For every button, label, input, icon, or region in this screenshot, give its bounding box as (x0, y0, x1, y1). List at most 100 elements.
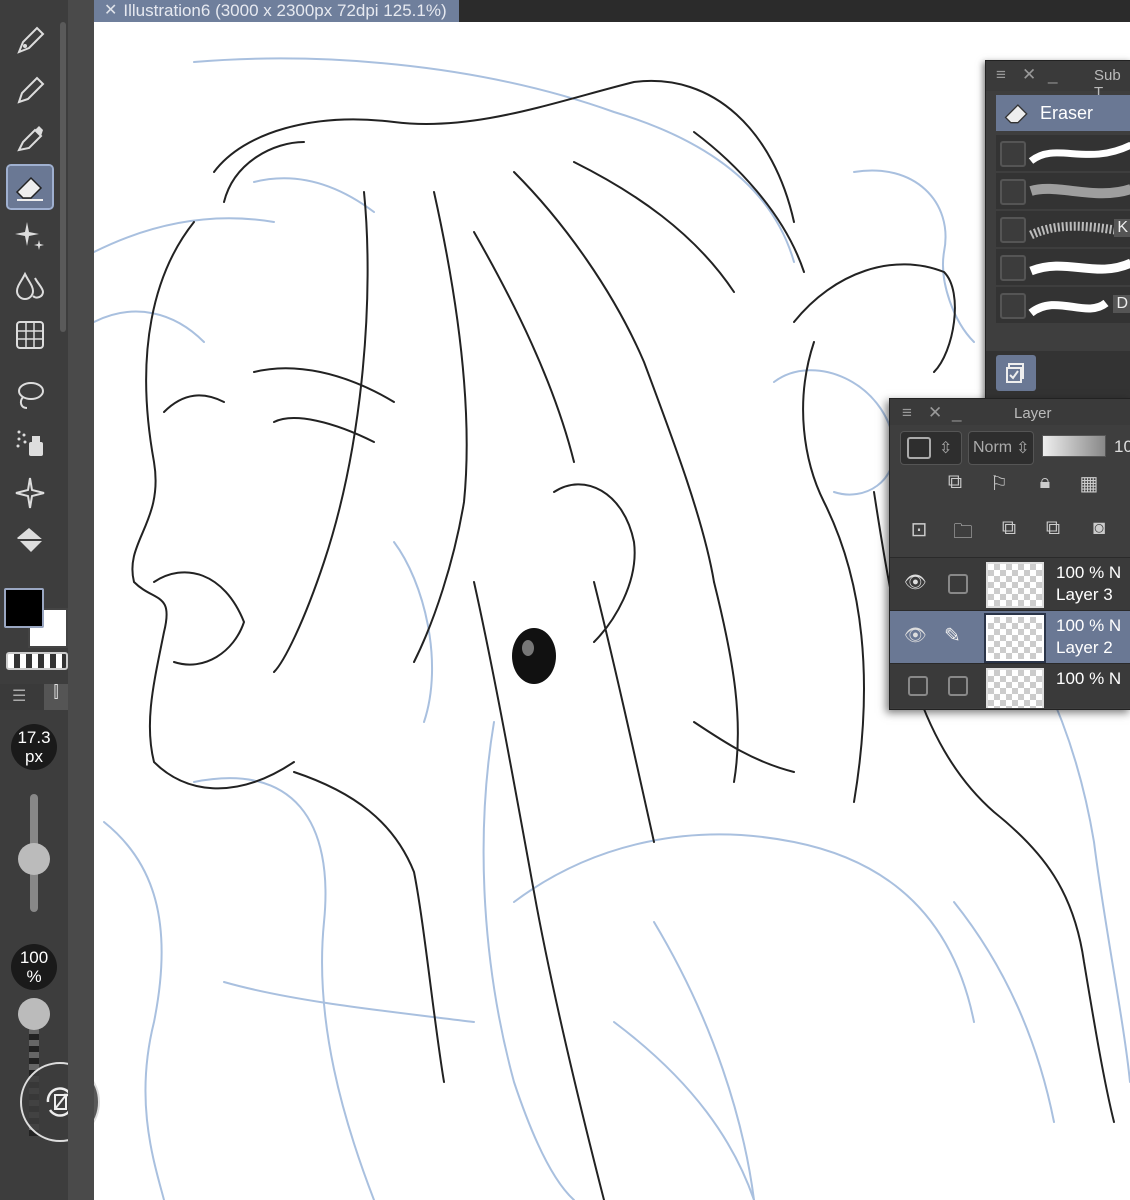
panel-close-icon[interactable]: ✕ (1022, 65, 1036, 85)
airbrush-icon[interactable] (8, 422, 52, 464)
layer-panel-header: ≡ ✕ _ Layer (890, 399, 1130, 425)
brush-size-readout: 17.3 px (11, 724, 57, 770)
brush-preset-checkbox[interactable] (1000, 217, 1026, 243)
panel-minimize-icon[interactable]: _ (1048, 65, 1057, 85)
layer-thumbnail (986, 562, 1044, 608)
eraser-icon (1004, 104, 1028, 124)
panel-close-icon[interactable]: ✕ (928, 403, 942, 423)
brush-preset-5[interactable]: D (996, 287, 1130, 323)
layer-actions-row: ⊡ 🗀︎ ⧉ ⧉ ◙ (890, 517, 1130, 557)
layer-opacity-text: 100 % N (1056, 669, 1122, 688)
document-title: Illustration6 (3000 x 2300px 72dpi 125.1… (123, 1, 447, 20)
layer-name: Layer 2 (1056, 638, 1113, 657)
brush-opacity-knob[interactable] (18, 998, 50, 1030)
layer-checkbox[interactable] (948, 574, 968, 594)
sparkle-decoration-icon[interactable] (8, 214, 52, 256)
layer-row-selected[interactable]: 👁︎ ✎ 100 % N Layer 2 (890, 610, 1130, 663)
tool-property-button[interactable] (996, 355, 1036, 391)
layer-row[interactable]: 👁︎ 100 % N Layer 3 (890, 557, 1130, 610)
transfer-down-icon[interactable]: ⧉ (996, 517, 1022, 543)
layer-type-select[interactable]: ⇳ (900, 431, 962, 465)
layer-mask-icon[interactable]: ◙ (1086, 517, 1112, 543)
sub-tool-group-label: Eraser (1040, 102, 1094, 123)
main-color-swatch[interactable] (4, 588, 44, 628)
sub-tool-panel-header: ≡ ✕ _ Sub T (986, 61, 1130, 101)
lock-transparency-icon[interactable]: ▦ (1076, 471, 1102, 497)
earring (512, 628, 556, 684)
new-raster-layer-icon[interactable]: ⊡ (906, 517, 932, 543)
rect-icon (907, 437, 931, 459)
auto-select-wand-icon[interactable] (8, 472, 52, 514)
panel-minimize-icon[interactable]: _ (952, 403, 961, 423)
layer-thumbnail (984, 613, 1046, 663)
brush-stroke-preview (1029, 258, 1130, 276)
brush-preset-1[interactable] (996, 135, 1130, 171)
grid-ruler-icon[interactable] (8, 314, 52, 356)
brush-opacity-readout: 100 % (11, 944, 57, 990)
brush-preset-checkbox[interactable] (1000, 293, 1026, 319)
lock-icon[interactable]: 🔒︎ (1032, 471, 1058, 497)
canvas-left-rail (68, 0, 94, 1200)
brush-preset-checkbox[interactable] (1000, 141, 1026, 167)
close-tab-icon[interactable]: ✕ (104, 1, 117, 21)
layer-row[interactable]: 100 % N (890, 663, 1130, 708)
blend-mode-value: Norm (973, 439, 1013, 456)
checkbox-stack-icon (1006, 363, 1024, 383)
layer-thumbnail (986, 668, 1044, 708)
layer-name: Layer 3 (1056, 585, 1113, 604)
brush-stroke-preview (1028, 141, 1130, 164)
layer-opacity-text: 100 % N (1056, 616, 1122, 635)
document-tab[interactable]: ✕ Illustration6 (3000 x 2300px 72dpi 125… (94, 0, 459, 22)
brush-opacity-value: 100 (19, 948, 49, 967)
stepper-icon: ⇳ (1016, 440, 1030, 457)
layer-opacity-slider[interactable] (1042, 435, 1106, 457)
sub-tool-group-eraser[interactable]: Eraser (996, 95, 1130, 131)
tool-palette: ☰ ⫿ 17.3 px 100 % (0, 0, 100, 1200)
menu-icon[interactable]: ☰ (12, 686, 26, 706)
sub-tool-panel: ≡ ✕ _ Sub T Eraser K D (985, 60, 1130, 402)
panel-menu-icon[interactable]: ≡ (902, 403, 912, 423)
reference-layer-icon[interactable]: ⚐ (986, 471, 1012, 497)
layer-properties-row: ⇳ Norm ⇳ 10 (890, 427, 1130, 467)
sliders-icon[interactable]: ⫿ (44, 684, 68, 710)
brush-preset-label: D (1113, 295, 1130, 313)
clip-layer-icon[interactable]: ⧉ (942, 471, 968, 497)
lasso-select-icon[interactable] (8, 374, 52, 416)
layer-opacity-value: 10 (1114, 437, 1130, 456)
transparent-color-swatch[interactable] (6, 652, 68, 670)
pen-icon[interactable] (8, 20, 52, 62)
layer-panel: ≡ ✕ _ Layer ⇳ Norm ⇳ 10 ⧉ ⚐ 🔒︎ ▦ ⊡ 🗀︎ ⧉ … (889, 398, 1130, 710)
layer-checkbox[interactable] (948, 676, 968, 696)
sub-tool-footer (986, 351, 1130, 401)
blend-drops-icon[interactable] (8, 264, 52, 306)
editing-pen-icon: ✎ (944, 625, 961, 647)
tool-scrollbar[interactable] (60, 22, 66, 332)
brush-size-unit: px (25, 747, 43, 766)
brush-preset-3[interactable]: K (996, 211, 1130, 247)
brush-size-knob[interactable] (18, 842, 50, 875)
brush-preset-2[interactable] (996, 173, 1130, 209)
layer-opacity-text: 100 % N (1056, 563, 1122, 582)
fill-bucket-icon[interactable] (8, 520, 52, 562)
brush-preset-4[interactable] (996, 249, 1130, 285)
brush-size-value: 17.3 (17, 728, 51, 747)
eraser-icon[interactable] (6, 164, 54, 210)
brush-opacity-unit: % (26, 967, 42, 986)
brush-stroke-preview (1029, 183, 1130, 199)
layer-lock-row: ⧉ ⚐ 🔒︎ ▦ (890, 471, 1130, 511)
brush-preset-label: K (1114, 219, 1130, 237)
visibility-checkbox[interactable] (908, 676, 928, 696)
new-folder-icon[interactable]: 🗀︎ (950, 517, 976, 543)
brush-preset-checkbox[interactable] (1000, 179, 1026, 205)
merge-down-icon[interactable]: ⧉ (1040, 517, 1066, 543)
visibility-eye-icon[interactable]: 👁︎ (904, 625, 927, 646)
brush-preset-checkbox[interactable] (1000, 255, 1026, 281)
blend-mode-select[interactable]: Norm ⇳ (968, 431, 1034, 465)
layer-panel-title: Layer (1014, 405, 1052, 422)
stepper-icon: ⇳ (939, 440, 953, 457)
brush-icon[interactable] (8, 118, 52, 160)
pencil-icon[interactable] (8, 70, 52, 112)
side-panel-tabs: ☰ ⫿ (0, 684, 68, 710)
visibility-eye-icon[interactable]: 👁︎ (904, 572, 927, 593)
panel-menu-icon[interactable]: ≡ (996, 65, 1006, 85)
